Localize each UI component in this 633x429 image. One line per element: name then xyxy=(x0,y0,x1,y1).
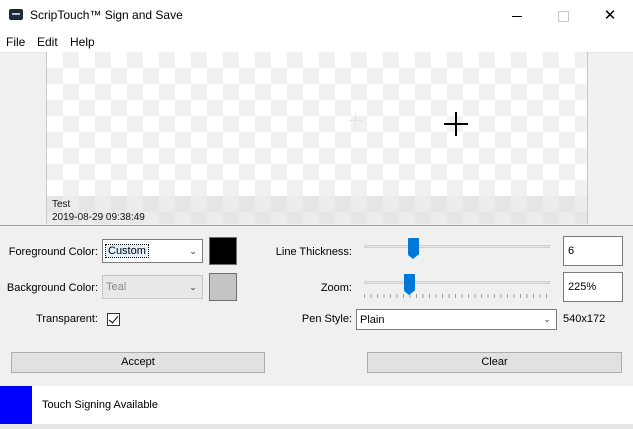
foreground-color-select[interactable]: Custom ⌄ xyxy=(102,239,203,263)
pen-style-label: Pen Style: xyxy=(301,313,352,325)
foreground-color-swatch[interactable] xyxy=(209,237,237,265)
background-color-label: Background Color: xyxy=(6,282,98,294)
chevron-down-icon: ⌄ xyxy=(543,314,551,324)
background-color-swatch[interactable] xyxy=(209,273,237,301)
pen-style-value: Plain xyxy=(360,314,385,326)
line-thickness-slider[interactable] xyxy=(364,236,550,266)
panel-divider xyxy=(0,225,633,226)
maximize-button[interactable] xyxy=(540,0,586,31)
chevron-down-icon: ⌄ xyxy=(189,282,197,292)
menu-bar: File Edit Help xyxy=(0,31,633,53)
window-title: ScripTouch™ Sign and Save xyxy=(30,8,183,22)
zoom-slider[interactable] xyxy=(364,272,550,302)
zoom-label: Zoom: xyxy=(320,282,352,294)
zoom-value: 225% xyxy=(568,281,597,293)
status-text: Touch Signing Available xyxy=(42,399,158,411)
transparent-checkbox[interactable] xyxy=(107,313,120,326)
background-color-select[interactable]: Teal ⌄ xyxy=(102,275,203,299)
status-bar: Touch Signing Available xyxy=(0,386,633,424)
accept-button[interactable]: Accept xyxy=(11,352,265,373)
background-color-value: Teal xyxy=(106,281,127,293)
foreground-color-value: Custom xyxy=(105,244,149,258)
zoom-input[interactable]: 225% xyxy=(563,272,623,302)
close-icon: ✕ xyxy=(603,7,617,24)
slider-thumb[interactable] xyxy=(408,238,419,259)
slider-track xyxy=(364,281,550,284)
app-icon xyxy=(9,9,23,20)
menu-edit[interactable]: Edit xyxy=(37,35,58,49)
signature-canvas[interactable]: Test 2019-08-29 09:38:49 xyxy=(46,52,588,224)
canvas-size-text: 540x172 xyxy=(563,313,606,325)
slider-thumb[interactable] xyxy=(404,274,415,295)
chevron-down-icon: ⌄ xyxy=(189,246,197,256)
close-button[interactable]: ✕ xyxy=(587,0,633,31)
transparent-label: Transparent: xyxy=(36,313,98,325)
minimize-button[interactable] xyxy=(494,0,540,31)
minimize-icon xyxy=(512,15,522,17)
pen-style-select[interactable]: Plain ⌄ xyxy=(356,309,557,330)
signature-timestamp: 2019-08-29 09:38:49 xyxy=(52,212,145,223)
title-bar: ScripTouch™ Sign and Save ✕ xyxy=(0,0,633,31)
line-thickness-value: 6 xyxy=(568,245,575,257)
crosshair-cursor-icon xyxy=(444,112,468,136)
bottom-strip xyxy=(0,424,633,429)
faint-crosshair-mark xyxy=(349,114,363,128)
slider-ticks xyxy=(364,294,550,298)
line-thickness-label: Line Thickness: xyxy=(275,246,352,258)
status-indicator xyxy=(0,386,32,424)
line-thickness-input[interactable]: 6 xyxy=(563,236,623,266)
clear-button[interactable]: Clear xyxy=(367,352,622,373)
slider-track xyxy=(364,245,550,248)
signer-name: Test xyxy=(52,199,71,210)
check-icon xyxy=(108,313,119,324)
menu-help[interactable]: Help xyxy=(70,35,95,49)
maximize-icon xyxy=(557,10,569,22)
menu-file[interactable]: File xyxy=(6,35,25,49)
foreground-color-label: Foreground Color: xyxy=(8,246,98,258)
